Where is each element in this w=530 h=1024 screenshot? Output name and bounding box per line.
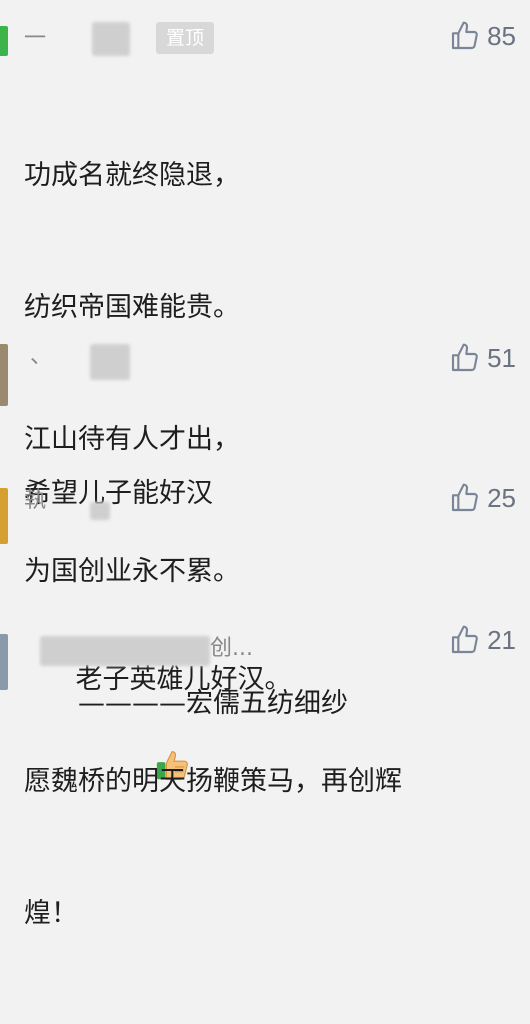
like-button[interactable]: 25 — [449, 482, 516, 514]
comment-nickname: 執 — [24, 488, 47, 513]
blurred-nickname — [90, 502, 110, 520]
avatar[interactable] — [0, 344, 8, 406]
comment-nickname: 创... — [210, 636, 253, 661]
pinned-badge: 置顶 — [156, 22, 215, 54]
comment-text: 愿魏桥的明天扬鞭策马，再创辉 煌！ — [24, 672, 402, 1024]
comment-line: 纺织帝国难能贵。 — [24, 292, 240, 323]
comment-item: 、 51 希望儿子能好汉 — [0, 330, 530, 509]
avatar[interactable] — [0, 488, 8, 544]
thumbs-up-outline-icon — [452, 625, 478, 654]
comment-nickname: 一 — [24, 26, 47, 51]
comment-nickname: 、 — [30, 344, 53, 369]
like-count: 51 — [487, 342, 516, 373]
thumbs-up-outline-icon — [452, 343, 478, 372]
comment-line: 愿魏桥的明天扬鞭策马，再创辉 — [24, 766, 402, 797]
thumbs-up-outline-icon — [452, 21, 478, 50]
thumbs-up-outline-icon — [452, 483, 478, 512]
avatar[interactable] — [0, 634, 8, 690]
blurred-nickname — [90, 344, 130, 380]
blurred-nickname — [40, 636, 210, 666]
like-count: 21 — [487, 624, 516, 655]
comment-item: 執 25 老子英雄儿好汉。 — [0, 470, 530, 780]
like-button[interactable]: 21 — [449, 624, 516, 656]
avatar[interactable] — [0, 26, 8, 56]
comment-item: 创... 21 愿魏桥的明天扬鞭策马，再创辉 煌！ — [0, 612, 530, 929]
comment-line: 功成名就终隐退， — [24, 160, 240, 191]
like-button[interactable]: 85 — [449, 20, 516, 52]
like-button[interactable]: 51 — [449, 342, 516, 374]
comment-item: 一 置顶 85 功成名就终隐退， 纺织帝国难能贵。 江山待有人才出， 为国创业永… — [0, 0, 530, 719]
like-count: 25 — [487, 482, 516, 513]
like-count: 85 — [487, 20, 516, 51]
comment-line: 煌！ — [24, 898, 78, 929]
blurred-nickname — [92, 22, 130, 56]
